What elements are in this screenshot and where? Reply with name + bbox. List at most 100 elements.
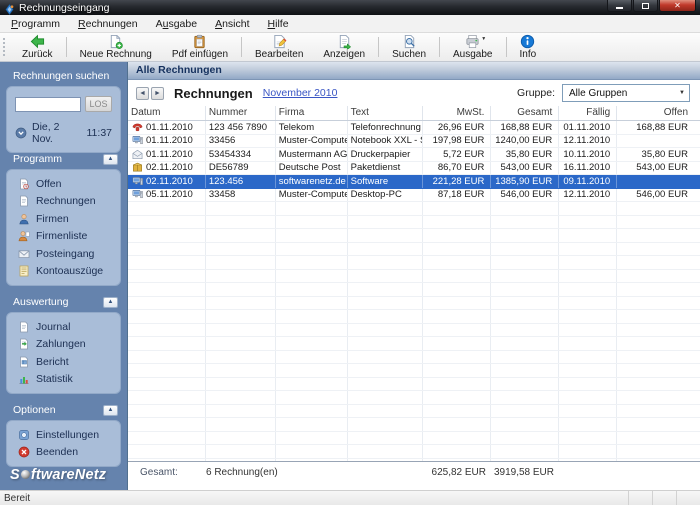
menu-rechnungen[interactable]: Rechnungen bbox=[69, 16, 147, 32]
empty-cell bbox=[423, 215, 492, 228]
cell-fallig: 01.11.2010 bbox=[559, 121, 618, 134]
empty-cell bbox=[206, 310, 276, 323]
search-go-button[interactable]: LOS bbox=[85, 96, 112, 112]
menu-hilfe[interactable]: Hilfe bbox=[259, 16, 298, 32]
empty-cell bbox=[423, 431, 492, 444]
close-button[interactable]: ✕ bbox=[659, 0, 696, 12]
cell-firma: Muster-Computer bbox=[276, 134, 348, 147]
empty-cell bbox=[559, 350, 618, 363]
minimize-button[interactable] bbox=[607, 0, 632, 12]
empty-cell bbox=[276, 404, 348, 417]
column-header-datum[interactable]: Datum bbox=[128, 106, 206, 120]
toolbar-pdf-einfugen-button[interactable]: Pdf einfügen bbox=[162, 33, 238, 61]
menu-ausgabe[interactable]: Ausgabe bbox=[147, 16, 206, 32]
empty-cell bbox=[559, 256, 618, 269]
cell-datum: 01.11.2010 bbox=[128, 134, 206, 147]
empty-cell bbox=[423, 445, 492, 458]
empty-cell bbox=[206, 404, 276, 417]
empty-cell bbox=[128, 404, 206, 417]
invoice-row[interactable]: 01.11.2010 53454334 Mustermann AG Druckerpa… bbox=[128, 148, 700, 162]
sidebar-sections: Programm ▲ Offen Rechnungen Firmen Firmenlist… bbox=[0, 153, 127, 467]
column-header-nummer[interactable]: Nummer bbox=[206, 106, 276, 120]
column-header-firma[interactable]: Firma bbox=[276, 106, 348, 120]
cell-mwst: 221,28 EUR bbox=[423, 175, 492, 188]
chevron-down-icon: ▼ bbox=[481, 36, 487, 42]
sidebar-item-bericht[interactable]: Bericht bbox=[7, 353, 120, 371]
sidebar-item-firmen[interactable]: Firmen bbox=[7, 210, 120, 228]
empty-cell bbox=[128, 377, 206, 390]
menu-programm[interactable]: Programm bbox=[2, 16, 69, 32]
empty-cell bbox=[206, 418, 276, 431]
column-header-fallig[interactable]: Fällig bbox=[559, 106, 618, 120]
empty-cell bbox=[206, 242, 276, 255]
sidebar-item-posteingang[interactable]: Posteingang bbox=[7, 245, 120, 263]
sidebar-item-statistik[interactable]: Statistik bbox=[7, 371, 120, 389]
printer-icon: ▼ bbox=[465, 34, 486, 49]
toolbar-bearbeiten-button[interactable]: Bearbeiten bbox=[245, 33, 313, 61]
sidebar-item-kontoauszuge[interactable]: Kontoauszüge bbox=[7, 263, 120, 281]
toolbar-suchen-button[interactable]: Suchen bbox=[382, 33, 436, 61]
column-header-gesamt[interactable]: Gesamt bbox=[491, 106, 560, 120]
empty-row bbox=[128, 242, 700, 256]
cell-gesamt: 35,80 EUR bbox=[491, 148, 560, 161]
empty-cell bbox=[276, 350, 348, 363]
toolbar-ausgabe-button[interactable]: ▼ Ausgabe bbox=[443, 33, 502, 61]
empty-cell bbox=[348, 310, 424, 323]
column-header-offen[interactable]: Offen bbox=[617, 106, 700, 120]
cell-gesamt: 1385,90 EUR bbox=[491, 175, 560, 188]
app-window: Rechnungseingang ✕ Programm Rechnungen Aus… bbox=[0, 0, 700, 505]
menu-ansicht[interactable]: Ansicht bbox=[206, 16, 258, 32]
sidebar-item-journal[interactable]: Journal bbox=[7, 318, 120, 336]
list-title: Rechnungen bbox=[174, 85, 253, 101]
prev-month-button[interactable]: ◄ bbox=[136, 86, 149, 100]
document-clock-icon bbox=[18, 178, 30, 190]
empty-cell bbox=[206, 391, 276, 404]
search-input[interactable] bbox=[15, 96, 81, 112]
maximize-button[interactable] bbox=[633, 0, 658, 12]
sidebar-item-zahlungen[interactable]: Zahlungen bbox=[7, 336, 120, 354]
collapse-button[interactable]: ▲ bbox=[103, 153, 118, 165]
collapse-button[interactable]: ▲ bbox=[103, 296, 118, 308]
clock-icon[interactable] bbox=[15, 127, 27, 139]
column-header-mwst[interactable]: MwSt. bbox=[423, 106, 492, 120]
empty-cell bbox=[348, 202, 424, 215]
empty-cell bbox=[276, 377, 348, 390]
sidebar-item-label: Zahlungen bbox=[36, 338, 86, 351]
empty-cell bbox=[559, 337, 618, 350]
group-select[interactable]: Alle Gruppen ▼ bbox=[562, 84, 690, 102]
empty-cell bbox=[276, 296, 348, 309]
empty-cell bbox=[559, 364, 618, 377]
period-link[interactable]: November 2010 bbox=[263, 87, 338, 99]
column-header-text[interactable]: Text bbox=[348, 106, 424, 120]
invoice-row[interactable]: 01.11.2010 33456 Muster-Computer Notebook X… bbox=[128, 134, 700, 148]
toolbar-neue-rechnung-button[interactable]: Neue Rechnung bbox=[70, 33, 162, 61]
invoice-row[interactable]: 02.11.2010 DE56789 Deutsche Post Paketdiens… bbox=[128, 161, 700, 175]
next-month-button[interactable]: ► bbox=[151, 86, 164, 100]
sidebar-item-offen[interactable]: Offen bbox=[7, 175, 120, 193]
sidebar-item-beenden[interactable]: Beenden bbox=[7, 444, 120, 462]
toolbar-separator bbox=[378, 37, 380, 57]
toolbar-zuruck-button[interactable]: Zurück bbox=[12, 33, 63, 61]
mail-icon bbox=[18, 248, 30, 260]
cell-text: Paketdienst bbox=[348, 161, 424, 174]
computer-icon bbox=[132, 135, 143, 146]
status-bar: Bereit bbox=[0, 490, 700, 505]
sidebar-item-rechnungen[interactable]: Rechnungen bbox=[7, 193, 120, 211]
invoice-row[interactable]: 05.11.2010 33458 Muster-Computer Desktop-PC… bbox=[128, 188, 700, 202]
cell-fallig: 12.11.2010 bbox=[559, 134, 618, 147]
collapse-button[interactable]: ▲ bbox=[103, 404, 118, 416]
empty-cell bbox=[128, 202, 206, 215]
logo-text-suffix: ftwareNetz bbox=[30, 467, 107, 483]
invoice-row[interactable]: 01.11.2010 123 456 7890 Telekom Telefonrech… bbox=[128, 121, 700, 135]
bottom-gap bbox=[128, 482, 700, 490]
search-section-title: Rechnungen suchen bbox=[13, 70, 110, 82]
sidebar-item-einstellungen[interactable]: Einstellungen bbox=[7, 426, 120, 444]
package-icon bbox=[132, 162, 143, 173]
empty-cell bbox=[423, 377, 492, 390]
toolbar-anzeigen-button[interactable]: Anzeigen bbox=[313, 33, 375, 61]
sidebar-item-firmenliste[interactable]: Firmenliste bbox=[7, 228, 120, 246]
invoice-row[interactable]: 02.11.2010 123.456 softwarenetz.de Software… bbox=[128, 175, 700, 189]
menu-bar: Programm Rechnungen Ausgabe Ansicht Hilfe bbox=[0, 15, 700, 33]
toolbar-info-button[interactable]: Info bbox=[510, 33, 547, 61]
sidebar-item-label: Einstellungen bbox=[36, 428, 100, 441]
